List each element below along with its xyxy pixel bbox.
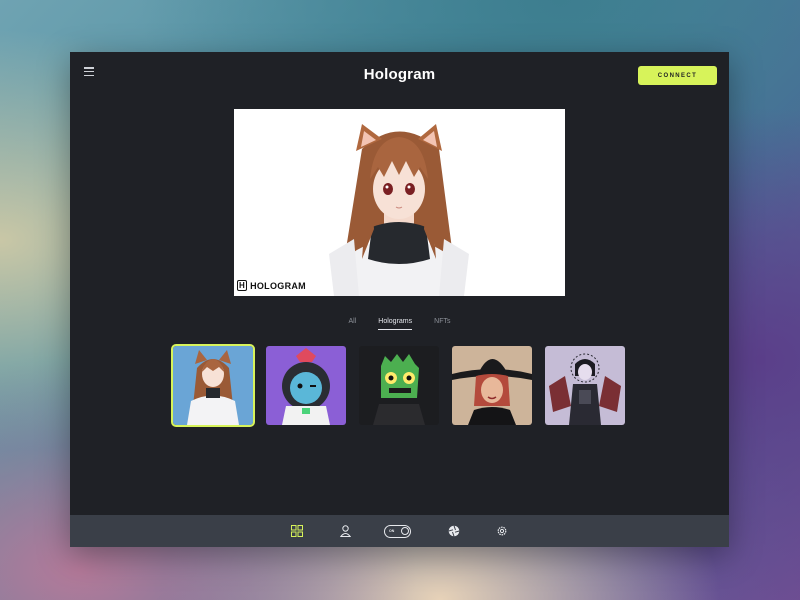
hologram-logo-text: HOLOGRAM xyxy=(250,280,306,291)
power-toggle[interactable]: ON xyxy=(384,524,411,538)
toggle-knob xyxy=(400,526,409,535)
anime-catgirl-illustration xyxy=(329,124,469,296)
avatar-thumb-helmet-cat[interactable] xyxy=(266,346,346,425)
connect-button[interactable]: CONNECT xyxy=(638,66,717,85)
tab-nfts[interactable]: NFTs xyxy=(434,318,450,330)
avatar-gallery xyxy=(171,344,625,427)
hologram-logo-mark: H xyxy=(237,280,248,291)
app-window: Hologram CONNECT H HOLOGRAM All Hologram… xyxy=(70,52,729,547)
avatar-thumb-witch[interactable] xyxy=(452,346,532,425)
user-icon[interactable] xyxy=(338,524,352,538)
toggle-label: ON xyxy=(389,529,395,533)
avatar-preview: H HOLOGRAM xyxy=(234,109,565,296)
tab-all[interactable]: All xyxy=(349,318,357,330)
avatar-thumb-dark-winged[interactable] xyxy=(545,346,625,425)
avatar-thumb-green-zombie[interactable] xyxy=(359,346,439,425)
grid-icon[interactable] xyxy=(290,524,304,538)
hologram-logo: H HOLOGRAM xyxy=(237,280,306,291)
aperture-icon[interactable] xyxy=(447,524,461,538)
app-title: Hologram xyxy=(363,66,436,83)
filter-tabs: All Holograms NFTs xyxy=(70,318,729,330)
bottom-toolbar: ON xyxy=(70,515,729,547)
settings-icon[interactable] xyxy=(495,524,509,538)
tab-holograms[interactable]: Holograms xyxy=(378,318,413,330)
avatar-thumb-catgirl[interactable] xyxy=(171,344,255,427)
